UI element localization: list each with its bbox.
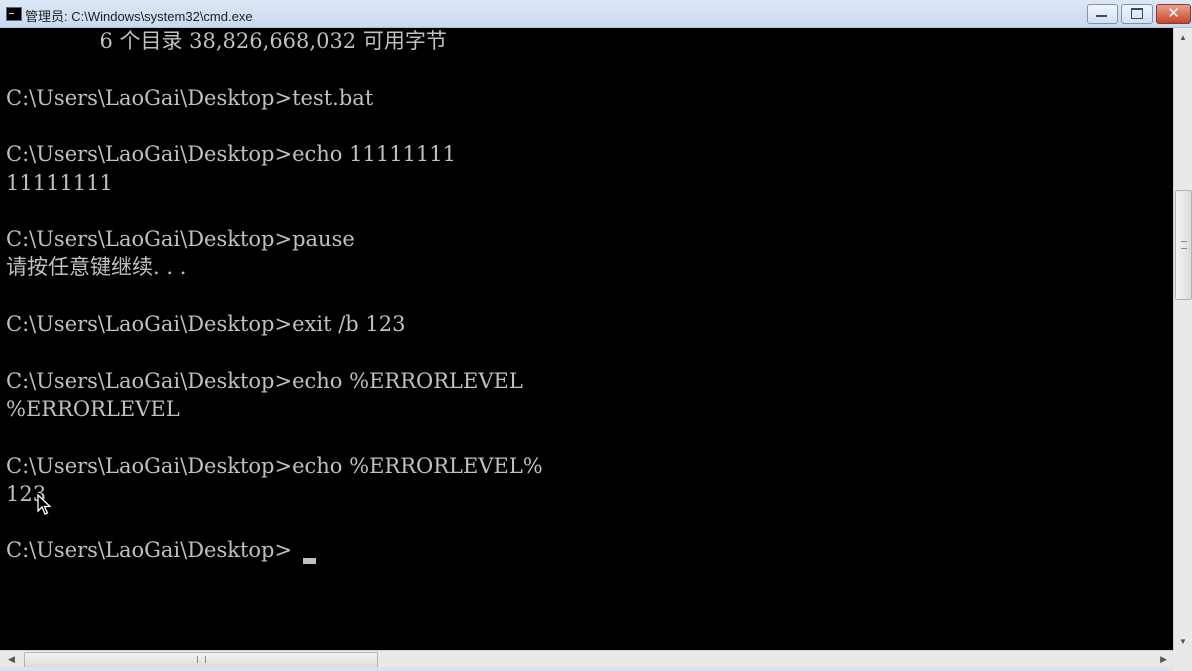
scroll-down-icon[interactable]: ▼ (1179, 637, 1187, 646)
scroll-right-icon[interactable]: ▶ (1160, 654, 1167, 665)
grip-icon (197, 656, 206, 663)
window-border (0, 667, 1173, 671)
minimize-icon (1096, 15, 1107, 17)
console-line: 11111111 (6, 170, 113, 195)
text-cursor (303, 558, 316, 564)
console-line: C:\Users\LaoGai\Desktop>test.bat (6, 85, 374, 110)
vertical-scrollbar[interactable]: ▲ ▼ (1173, 28, 1192, 650)
console-line: 6 个目录 38,826,668,032 可用字节 (6, 29, 447, 53)
console-line: C:\Users\LaoGai\Desktop>echo %ERRORLEVEL… (6, 453, 543, 478)
horizontal-scrollbar[interactable]: ◀ ▶ (0, 650, 1173, 668)
cmd-window: 管理员: C:\Windows\system32\cmd.exe ✕ 6 个目录… (0, 0, 1192, 671)
console-line: %ERRORLEVEL (6, 396, 180, 421)
close-icon: ✕ (1167, 4, 1180, 22)
horizontal-scroll-thumb[interactable] (24, 652, 378, 668)
console-app-icon[interactable] (6, 7, 22, 21)
window-title: 管理员: C:\Windows\system32\cmd.exe (25, 9, 253, 24)
mouse-pointer-icon (37, 494, 51, 515)
scroll-left-icon[interactable]: ◀ (8, 654, 15, 665)
console-line: C:\Users\LaoGai\Desktop>echo %ERRORLEVEL (6, 368, 523, 393)
prompt-line: C:\Users\LaoGai\Desktop> (6, 538, 293, 563)
console-line: C:\Users\LaoGai\Desktop>echo 11111111 (6, 142, 457, 167)
close-button[interactable]: ✕ (1156, 4, 1191, 24)
maximize-button[interactable] (1121, 4, 1153, 24)
maximize-icon (1131, 8, 1143, 19)
title-bar[interactable]: 管理员: C:\Windows\system32\cmd.exe ✕ (0, 0, 1192, 28)
scrollbar-corner (1173, 650, 1192, 671)
scroll-up-icon[interactable]: ▲ (1179, 33, 1187, 42)
console-output[interactable]: 6 个目录 38,826,668,032 可用字节 C:\Users\LaoGa… (0, 28, 1173, 650)
grip-icon (1181, 241, 1187, 249)
vertical-scroll-thumb[interactable] (1175, 190, 1192, 300)
console-line: C:\Users\LaoGai\Desktop>pause (6, 227, 355, 252)
minimize-button[interactable] (1087, 4, 1118, 24)
console-line: 请按任意键继续. . . (6, 255, 187, 280)
console-line: C:\Users\LaoGai\Desktop>exit /b 123 (6, 312, 406, 336)
